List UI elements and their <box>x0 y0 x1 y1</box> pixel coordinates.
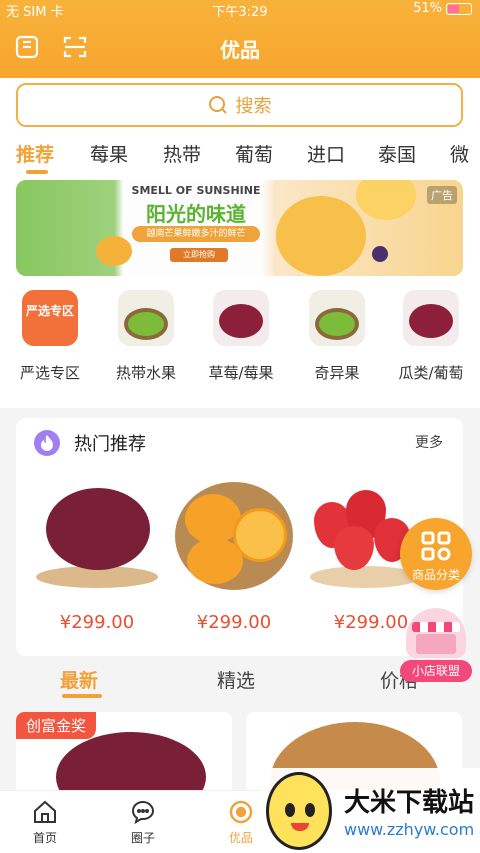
tab-featured[interactable]: 精选 <box>217 666 255 693</box>
tab-latest[interactable]: 最新 <box>60 666 98 693</box>
quick-item-exotic[interactable]: 奇异果 <box>297 290 377 383</box>
selected-zone-badge: 严选专区 <box>26 304 75 318</box>
watermark-overlay: 大米下载站 www.zzhyw.com <box>260 768 480 853</box>
search-icon <box>208 96 227 114</box>
selected-zone-icon: 严选专区 <box>22 290 78 346</box>
promo-banner[interactable]: SMELL OF SUNSHINE 阳光的味道 越南芒果鲜嫩多汁的鲜芒 立即抢购… <box>16 180 463 276</box>
grapes-image <box>403 290 459 346</box>
status-time: 下午3:29 <box>212 5 268 20</box>
tab-grapes[interactable]: 葡萄 <box>235 140 273 167</box>
quick-item-label: 奇异果 <box>314 364 360 382</box>
mango-image <box>356 180 416 220</box>
watermark-logo <box>266 772 332 850</box>
more-link[interactable]: 更多 <box>415 432 443 452</box>
tab-label: 首页 <box>32 831 57 845</box>
tab-circle[interactable]: 圈子 <box>108 799 178 846</box>
banner-headline: 阳光的味道 <box>146 202 246 226</box>
premium-icon <box>229 800 253 824</box>
grid-icon <box>421 531 451 561</box>
tab-label: 圈子 <box>130 831 155 845</box>
tab-recommend[interactable]: 推荐 <box>16 140 54 167</box>
battery-icon <box>446 2 472 15</box>
page-title: 优品 <box>220 38 260 62</box>
quick-item-label: 热带水果 <box>115 364 176 382</box>
search-input[interactable]: 搜索 <box>16 83 463 127</box>
tab-imported[interactable]: 进口 <box>307 140 345 167</box>
tab-label: 优品 <box>228 831 253 845</box>
banner-top-text: SMELL OF SUNSHINE <box>131 184 261 197</box>
quick-item-label: 严选专区 <box>19 364 80 382</box>
quick-categories: 严选专区 严选专区 热带水果 草莓/莓果 奇异果 瓜类/葡萄 <box>0 290 480 390</box>
float-label: 商品分类 <box>411 568 460 582</box>
section-title: 热门推荐 <box>74 434 146 455</box>
status-bar: 无 SIM 卡 下午3:29 51% <box>0 0 480 20</box>
tab-home[interactable]: 首页 <box>10 799 80 846</box>
tab-tropical[interactable]: 热带 <box>163 140 201 167</box>
watermark-title: 大米下载站 <box>344 788 475 818</box>
quick-item-label: 草莓/莓果 <box>208 364 274 382</box>
product-price: ¥299.00 <box>196 612 272 633</box>
banner-buy-button[interactable]: 立即抢购 <box>170 248 228 262</box>
battery-percent: 51% <box>413 1 442 16</box>
tab-thailand[interactable]: 泰国 <box>378 140 416 167</box>
tab-berries[interactable]: 莓果 <box>90 140 128 167</box>
orange-image <box>169 482 299 590</box>
home-icon <box>34 800 56 823</box>
mango-slice-image <box>96 236 132 266</box>
product-card[interactable]: ¥299.00 <box>169 482 299 633</box>
store-alliance-button[interactable]: 小店联盟 <box>400 608 472 684</box>
quick-item-melons-grapes[interactable]: 瓜类/葡萄 <box>391 290 471 383</box>
watermark-url: www.zzhyw.com <box>344 820 475 839</box>
float-label: 小店联盟 <box>400 660 472 682</box>
quick-item-tropical[interactable]: 热带水果 <box>106 290 186 383</box>
hot-recommend-card: 热门推荐 更多 ¥299.00 ¥299.00 ¥299.00 <box>16 418 463 656</box>
quick-item-label: 瓜类/葡萄 <box>398 364 464 382</box>
kiwi-image <box>118 290 174 346</box>
chat-icon <box>131 800 155 825</box>
product-card[interactable]: ¥299.00 <box>32 482 162 633</box>
grapes-image <box>32 482 162 590</box>
ad-label: 广告 <box>427 186 457 204</box>
product-price: ¥299.00 <box>59 612 135 633</box>
award-badge: 创富金奖 <box>16 712 97 739</box>
search-placeholder: 搜索 <box>235 96 272 117</box>
category-float-button[interactable]: 商品分类 <box>400 518 472 590</box>
category-tabs: 推荐 莓果 热带 葡萄 进口 泰国 微 <box>0 140 480 176</box>
kiwi-image <box>309 290 365 346</box>
fire-icon <box>34 430 60 456</box>
quick-item-berries[interactable]: 草莓/莓果 <box>201 290 281 383</box>
shop-icon <box>406 608 466 658</box>
tab-indicator <box>62 694 102 698</box>
grapes-image <box>213 290 269 346</box>
quick-item-selected-zone[interactable]: 严选专区 严选专区 <box>10 290 90 383</box>
app-header: 无 SIM 卡 下午3:29 51% 优品 <box>0 0 480 78</box>
tab-more[interactable]: 微 <box>450 140 469 167</box>
mango-image <box>276 196 366 276</box>
banner-subline: 越南芒果鲜嫩多汁的鲜芒 <box>132 226 260 242</box>
berry-image <box>372 246 388 262</box>
tab-indicator <box>26 170 48 174</box>
